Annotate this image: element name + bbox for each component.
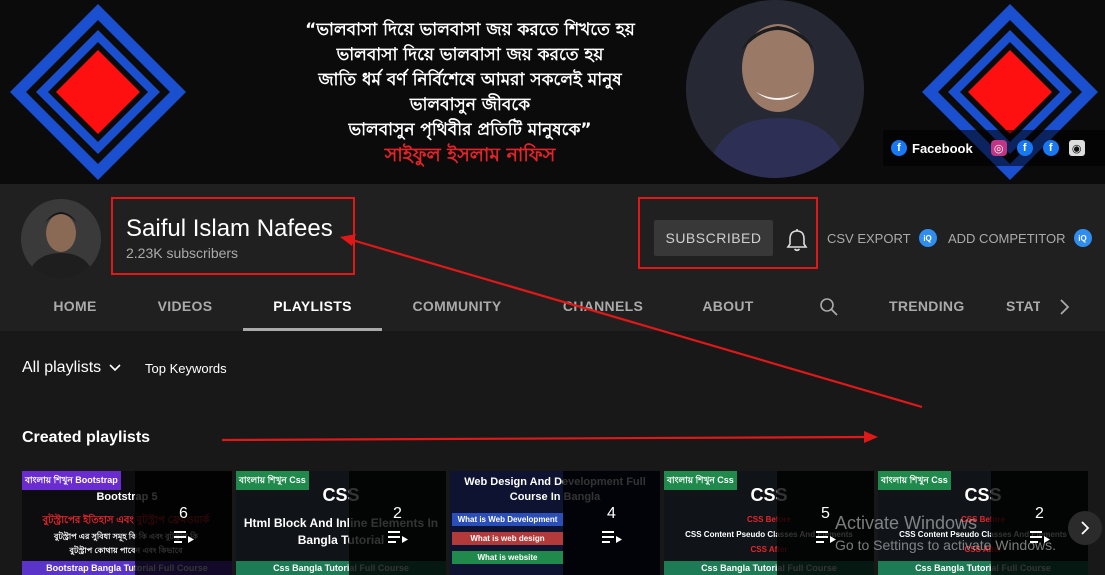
playlist-icon — [601, 531, 622, 543]
quote-line: ভালবাসুন জীবকে — [409, 95, 531, 115]
chevron-right-icon — [1081, 521, 1090, 535]
playlist-count-overlay: 6 — [135, 471, 232, 575]
video-count: 5 — [821, 505, 830, 522]
playlists-content: All playlists Top Keywords Created playl… — [0, 331, 1105, 575]
playlist-pill: What is web design — [452, 532, 563, 545]
playlist-icon — [173, 531, 194, 543]
playlist-card[interactable]: বাংলায় শিখুন Bootstrap Bootstrap 5 বুটস… — [22, 471, 232, 575]
quote-line: ভালবাসুন পৃথিবীর প্রতিটি মানুষকে” — [348, 120, 592, 140]
subscribed-button[interactable]: SUBSCRIBED — [654, 220, 773, 256]
banner-social-links: f Facebook ◎ f f ◉ — [883, 130, 1105, 166]
vidiq-icon: iQ — [1073, 229, 1092, 247]
tab-about[interactable]: ABOUT — [690, 283, 766, 331]
banner-quote: “ভালবাসা দিয়ে ভালবাসা জয় করতে শিখতে হয… — [280, 18, 660, 168]
tab-trending[interactable]: TRENDINGiQ — [875, 283, 985, 362]
csv-export-button[interactable]: CSV EXPORT iQ — [827, 229, 937, 247]
section-title: Created playlists — [22, 429, 151, 446]
chevron-down-icon — [109, 364, 121, 372]
search-icon[interactable] — [819, 297, 839, 317]
tab-home[interactable]: HOME — [40, 283, 110, 331]
tab-playlists[interactable]: PLAYLISTS — [243, 283, 382, 331]
tab-channels[interactable]: CHANNELS — [552, 283, 654, 331]
playlist-card[interactable]: বাংলায় শিখুন Css CSS CSS Before CSS Con… — [664, 471, 874, 575]
tab-stats[interactable]: STAT — [1006, 283, 1040, 331]
quote-line: “ভালবাসা দিয়ে ভালবাসা জয় করতে শিখতে হয… — [305, 20, 635, 40]
facebook-icon[interactable]: f — [1042, 140, 1059, 156]
diamond-logo-left — [10, 4, 186, 180]
chevron-right-icon[interactable] — [1057, 298, 1071, 316]
video-count: 6 — [179, 505, 188, 522]
instagram-icon[interactable]: ◎ — [990, 140, 1007, 156]
playlist-count-overlay: 2 — [349, 471, 446, 575]
channel-header: Saiful Islam Nafees 2.23K subscribers SU… — [0, 184, 1105, 362]
quote-line: ভালবাসা দিয়ে ভালবাসা জয় করতে হয় — [336, 45, 604, 65]
tab-videos[interactable]: VIDEOS — [145, 283, 225, 331]
tab-community[interactable]: COMMUNITY — [400, 283, 514, 331]
quote-line: জাতি ধর্ম বর্ণ নির্বিশেষে আমরা সকলেই মান… — [318, 70, 622, 90]
vidiq-icon: iQ — [918, 229, 937, 247]
channel-banner: “ভালবাসা দিয়ে ভালবাসা জয় করতে শিখতে হয… — [0, 0, 1105, 184]
all-playlists-label: All playlists — [22, 359, 102, 376]
github-icon[interactable]: ◉ — [1068, 140, 1085, 156]
quote-author: সাইফুল ইসলাম নাফিস — [384, 144, 556, 166]
subscriber-count: 2.23K subscribers — [126, 245, 239, 261]
all-playlists-dropdown[interactable]: All playlists — [22, 359, 121, 377]
carousel-next-button[interactable] — [1068, 511, 1102, 545]
top-keywords-button[interactable]: Top Keywords — [145, 361, 227, 376]
add-competitor-label: ADD COMPETITOR — [948, 230, 1066, 246]
facebook-link[interactable]: f Facebook — [891, 140, 973, 156]
youtube-channel-page: “ভালবাসা দিয়ে ভালবাসা জয় করতে শিখতে হয… — [0, 0, 1105, 575]
facebook-icon[interactable]: f — [1016, 140, 1033, 156]
playlist-tag: বাংলায় শিখুন Bootstrap — [22, 471, 121, 490]
facebook-label: Facebook — [912, 140, 973, 156]
banner-portrait — [686, 0, 864, 178]
playlist-icon — [387, 531, 408, 543]
add-competitor-button[interactable]: ADD COMPETITOR iQ — [948, 229, 1092, 247]
playlist-card[interactable]: বাংলায় শিখুন Css CSS Html Block And Inl… — [236, 471, 446, 575]
playlist-count-overlay: 5 — [777, 471, 874, 575]
channel-name: Saiful Islam Nafees — [126, 215, 333, 242]
tab-trending-label: TRENDING — [889, 298, 965, 314]
playlist-count-overlay: 4 — [563, 471, 660, 575]
video-count: 2 — [1035, 505, 1044, 522]
channel-tabs: HOME VIDEOS PLAYLISTS COMMUNITY CHANNELS… — [0, 283, 1105, 362]
bell-icon[interactable] — [786, 228, 808, 252]
playlist-card[interactable]: Web Design And Development Full Course I… — [450, 471, 660, 575]
video-count: 4 — [607, 505, 616, 522]
facebook-icon: f — [891, 140, 907, 156]
playlist-pill: What is website — [452, 551, 563, 564]
playlist-card[interactable]: বাংলায় শিখুন Css CSS CSS Before CSS Con… — [878, 471, 1088, 575]
video-count: 2 — [393, 505, 402, 522]
playlist-icon — [815, 531, 836, 543]
csv-export-label: CSV EXPORT — [827, 230, 911, 246]
avatar[interactable] — [21, 199, 101, 279]
playlist-icon — [1029, 531, 1050, 543]
playlist-pill: What is Web Development — [452, 513, 563, 526]
